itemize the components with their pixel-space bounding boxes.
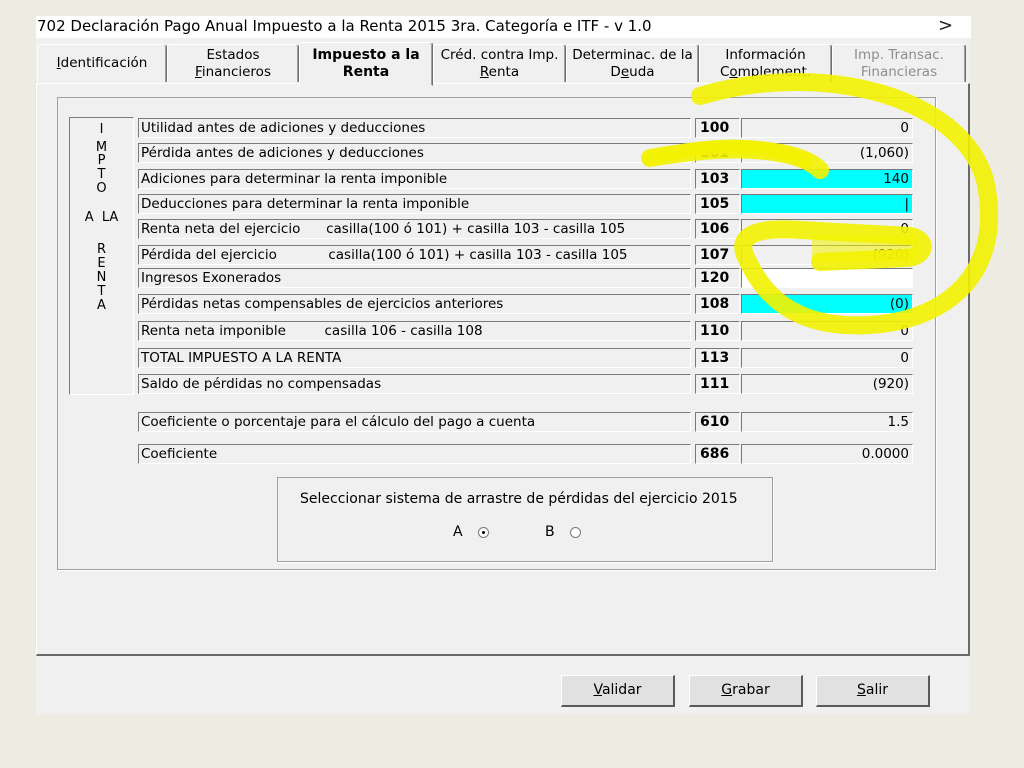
vertical-letter: A LA (84, 210, 119, 225)
row-label: Coeficiente o porcentaje para el cálculo… (138, 412, 691, 432)
row-code: 106 (695, 219, 740, 239)
tab-label: Información Complement. (719, 46, 812, 80)
row-code: 108 (695, 294, 740, 314)
row-label: Deducciones para determinar la renta imp… (138, 194, 691, 214)
vertical-letter: P (97, 153, 106, 168)
tab-label-line2: Deuda (610, 63, 655, 80)
validate-button[interactable]: Validar (561, 675, 675, 707)
mnemonic: G (721, 682, 733, 698)
exit-button[interactable]: Salir (816, 675, 930, 707)
row-label: Renta neta del ejercicio casilla(100 ó 1… (138, 219, 691, 239)
radio-label: A (453, 524, 463, 540)
vertical-letter: O (96, 181, 107, 196)
radio-button[interactable] (569, 526, 581, 538)
row-label: Adiciones para determinar la renta impon… (138, 169, 691, 189)
tab-label-line2: Financieros (195, 63, 271, 80)
scroll-right-arrow-icon: > (938, 15, 954, 36)
tab-impuesto-renta[interactable]: Impuesto a la Renta (299, 42, 433, 86)
row-value-input[interactable]: | (741, 194, 913, 214)
tab-impuesto-transacciones-financieras: Imp. Transac. Financieras (832, 44, 966, 82)
radio-option-b[interactable]: B (545, 524, 581, 540)
tab-label-line2: Complement. (719, 63, 812, 80)
tab-label: Impuesto a la Renta (312, 47, 420, 80)
row-value-field[interactable]: 0 (741, 219, 913, 239)
tab-label: Identificación (56, 55, 148, 71)
button-label-rest: rabar (732, 682, 770, 698)
row-label: Pérdida antes de adiciones y deducciones (138, 143, 691, 163)
row-code: 686 (695, 444, 740, 464)
row-code: 101 (695, 143, 740, 163)
radio-label: B (545, 524, 555, 540)
row-code: 100 (695, 118, 740, 138)
loss-carryforward-prompt: Seleccionar sistema de arrastre de pérdi… (300, 491, 738, 507)
row-value-field[interactable]: (1,060) (741, 143, 913, 163)
row-value-input[interactable]: (0) (741, 294, 913, 314)
vertical-letter: R (96, 242, 107, 257)
tab-credito-contra-impuesto[interactable]: Créd. contra Imp. Renta (433, 44, 566, 82)
row-label: Renta neta imponible casilla 106 - casil… (138, 321, 691, 341)
row-label: Coeficiente (138, 444, 691, 464)
row-value-field[interactable]: 1.5 (741, 412, 913, 432)
row-value-input[interactable] (741, 268, 913, 288)
mnemonic: S (856, 682, 866, 698)
row-label: Utilidad antes de adiciones y deduccione… (138, 118, 691, 138)
button-label-rest: alidar (601, 682, 642, 698)
row-value-field[interactable]: 0 (741, 321, 913, 341)
vertical-letter: T (97, 167, 106, 182)
row-label: Pérdidas netas compensables de ejercicio… (138, 294, 691, 314)
row-code: 103 (695, 169, 740, 189)
tab-estados-financieros[interactable]: Estados Financieros (167, 44, 299, 82)
loss-carryforward-group: Seleccionar sistema de arrastre de pérdi… (277, 477, 773, 562)
row-code: 107 (695, 245, 740, 265)
tab-informacion-complementaria[interactable]: Información Complement. (699, 44, 832, 82)
button-label-rest: alir (865, 682, 888, 698)
tab-determinacion-deuda[interactable]: Determinac. de la Deuda (566, 44, 699, 82)
row-value-field[interactable]: 0 (741, 348, 913, 368)
mnemonic: V (593, 682, 602, 698)
row-code: 111 (695, 374, 740, 394)
radio-button-checked[interactable] (477, 526, 489, 538)
row-value-input[interactable]: 140 (741, 169, 913, 189)
application-window: 702 Declaración Pago Anual Impuesto a la… (36, 16, 971, 714)
radio-option-a[interactable]: A (453, 524, 489, 540)
vertical-letter: I (99, 122, 104, 137)
row-label: TOTAL IMPUESTO A LA RENTA (138, 348, 691, 368)
window-title: 702 Declaración Pago Anual Impuesto a la… (36, 16, 971, 38)
tab-identificacion[interactable]: Identificación (37, 44, 167, 82)
row-label: Saldo de pérdidas no compensadas (138, 374, 691, 394)
section-vertical-label: I M P T O A LA R E N T A (69, 117, 134, 395)
row-code: 120 (695, 268, 740, 288)
tab-label-line2: Renta (479, 63, 520, 80)
save-button[interactable]: Grabar (689, 675, 803, 707)
tab-label: Imp. Transac. Financieras (854, 46, 944, 80)
row-value-field[interactable]: (920) (741, 245, 913, 265)
row-code: 105 (695, 194, 740, 214)
row-code: 610 (695, 412, 740, 432)
row-value-field[interactable]: (920) (741, 374, 913, 394)
vertical-letter: T (97, 284, 106, 299)
row-label: Ingresos Exonerados (138, 268, 691, 288)
row-value-field[interactable]: 0 (741, 118, 913, 138)
row-code: 113 (695, 348, 740, 368)
vertical-letter: E (97, 256, 106, 271)
vertical-letter: N (96, 270, 107, 285)
row-code: 110 (695, 321, 740, 341)
tab-label: Créd. contra Imp. Renta (440, 46, 559, 80)
tab-label: Determinac. de la Deuda (572, 46, 693, 80)
row-label: Pérdida del ejercicio casilla(100 ó 101)… (138, 245, 691, 265)
tab-label: Estados Financieros (195, 46, 271, 80)
row-value-field[interactable]: 0.0000 (741, 444, 913, 464)
vertical-letter: A (97, 298, 106, 313)
